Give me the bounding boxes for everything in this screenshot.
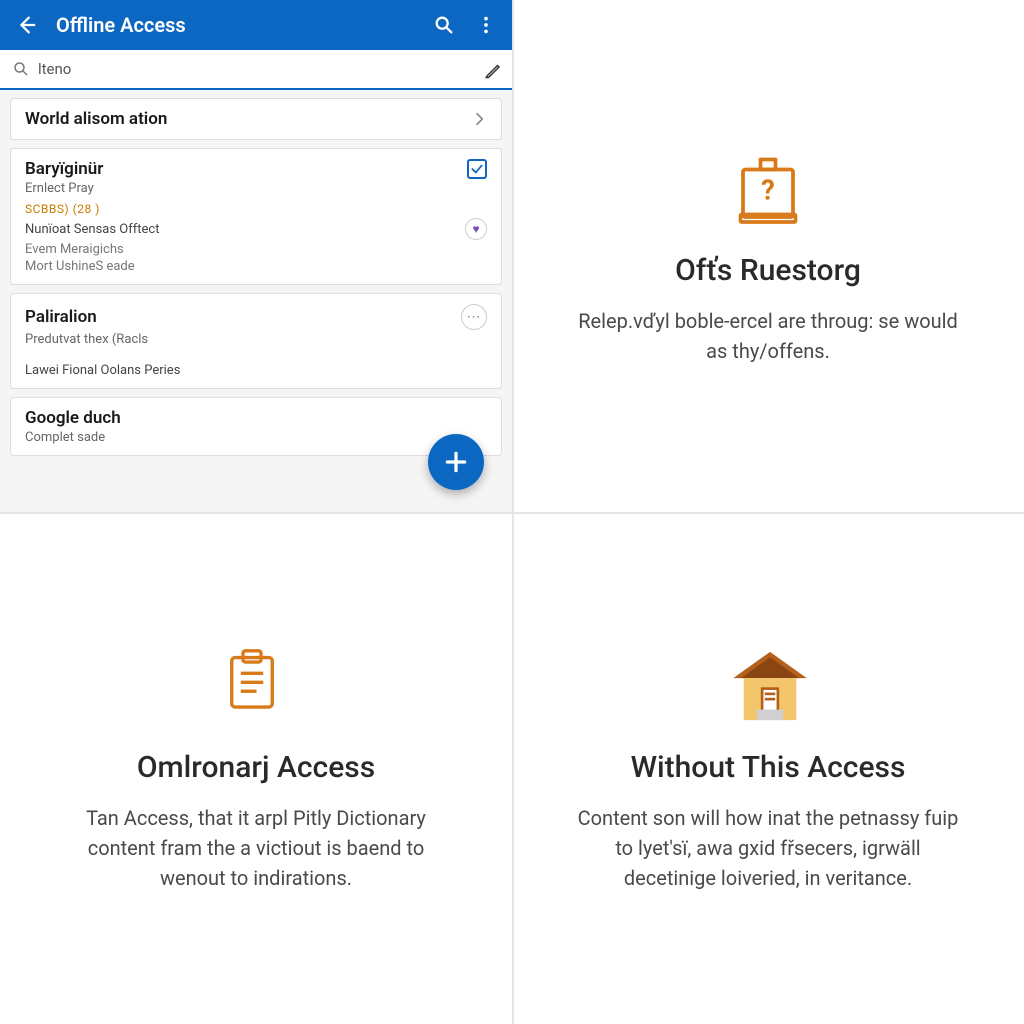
list-item[interactable]: Paliralion ⋯ Predutvat thex (Racls Lawei… — [10, 293, 502, 389]
mobile-app-panel: Offline Access lteno — [0, 0, 512, 512]
search-input[interactable]: lteno — [0, 50, 512, 90]
list-item[interactable]: Baryïginür Ernlect Pray SCBBS) (28 ) Nun… — [10, 148, 502, 285]
item-title: Google duch — [25, 408, 487, 428]
back-icon[interactable] — [14, 13, 38, 37]
feature-body: Relep.vďyl boble-ercel are throug: se wo… — [572, 306, 964, 366]
feature-body: Content son will how inat the petnassy f… — [572, 803, 964, 893]
item-title: Paliralion — [25, 307, 97, 327]
svg-text:?: ? — [761, 173, 775, 206]
feature-tile-access: Omlronarj Access Tan Access, that it arp… — [0, 512, 512, 1024]
app-title: Offline Access — [56, 13, 414, 37]
item-line: Mort UshineS eade — [25, 259, 487, 274]
more-icon[interactable]: ⋯ — [461, 304, 487, 330]
clipboard-icon — [216, 644, 296, 724]
search-field-icon — [12, 60, 30, 78]
feature-tile-without: Without This Access Content son will how… — [512, 512, 1024, 1024]
horizontal-divider — [0, 512, 1024, 514]
feature-body: Tan Access, that it arpl Pitly Dictionar… — [60, 803, 452, 893]
item-title: World alisom ation — [25, 109, 167, 129]
item-line: Evem Meraigichs — [25, 242, 487, 257]
favorite-icon[interactable]: ♥ — [465, 218, 487, 240]
item-qualifier: SCBBS) (28 ) — [25, 202, 487, 216]
list-item[interactable]: World alisom ation — [10, 98, 502, 140]
feature-title: Omlronarj Access — [137, 750, 375, 785]
results-list: World alisom ation Baryïginür Ernle — [0, 90, 512, 512]
item-line: Nunïoat Sensas Offtect — [25, 222, 160, 237]
app-bar: Offline Access — [0, 0, 512, 50]
edit-icon[interactable] — [484, 61, 500, 77]
feature-title: Without This Access — [631, 750, 906, 785]
search-value: lteno — [38, 60, 476, 78]
item-subtitle: Predutvat thex (Racls — [25, 332, 487, 347]
feature-tile-restore: ? Ofťs Ruestorg Relep.vďyl boble-ercel a… — [512, 0, 1024, 512]
item-subtitle: Ernlect Pray — [25, 181, 487, 196]
list-item[interactable]: Google duch Complet sade — [10, 397, 502, 456]
fab-add-button[interactable] — [428, 434, 484, 490]
question-box-icon: ? — [728, 147, 808, 227]
overflow-menu-icon[interactable] — [474, 13, 498, 37]
item-line: Lawei Fional Oolans Peries — [25, 363, 487, 378]
house-icon — [728, 644, 808, 724]
item-subtitle: Complet sade — [25, 430, 487, 445]
chevron-right-icon — [471, 111, 487, 127]
feature-title: Ofťs Ruestorg — [675, 253, 861, 288]
checkbox-checked-icon[interactable] — [467, 159, 487, 179]
item-title: Baryïginür — [25, 159, 103, 179]
search-icon[interactable] — [432, 13, 456, 37]
